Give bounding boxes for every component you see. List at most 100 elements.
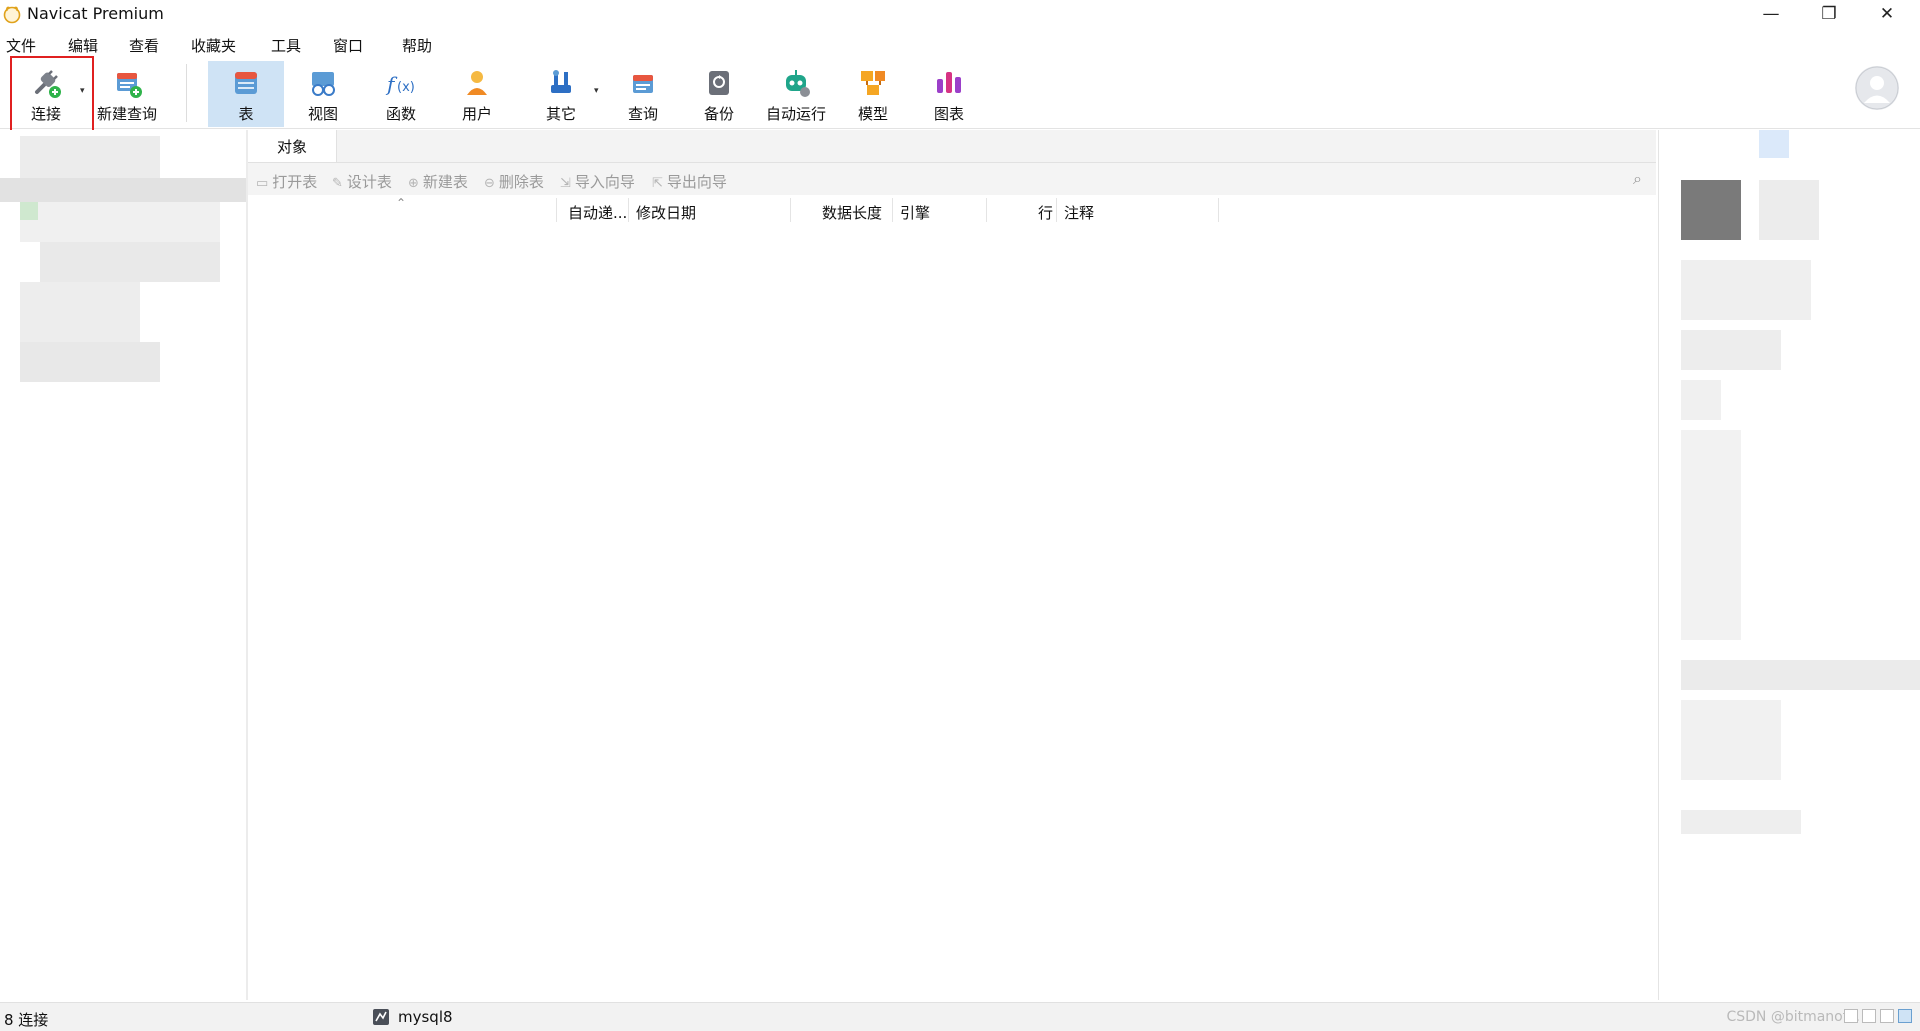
list-view-icon[interactable] [1862,1009,1876,1023]
robot-icon [786,70,810,97]
function-icon: f (x) [385,72,415,96]
new-query-button[interactable]: 新建查询 [96,61,158,127]
active-db-name: mysql8 [398,1008,453,1026]
user-label: 用户 [461,105,492,123]
other-dropdown-icon[interactable]: ▾ [594,86,599,96]
object-toolbar: ▭ 打开表 ✎ 设计表 ⊕ 新建表 ⊖ 删除表 ⇲ 导入向导 ⇱ 导出向导 ⌕ [248,163,1656,195]
column-auto-increment[interactable]: 自动递... [568,202,627,223]
model-button[interactable]: 模型 [842,61,904,127]
sort-ascending-icon[interactable]: ⌃ [396,196,406,210]
blurred-content [40,242,220,282]
table-header: ⌃ 自动递... 修改日期 数据长度 引擎 行 注释 [248,196,1656,224]
backup-button[interactable]: 备份 [688,61,750,127]
add-icon: ⊕ [408,176,419,191]
function-button[interactable]: f (x) 函数 [370,61,432,127]
blurred-content [1759,130,1789,158]
blurred-content [20,136,160,178]
column-divider [556,198,557,222]
table-button[interactable]: 表 [208,61,284,127]
column-divider [892,198,893,222]
other-label: 其它 [545,105,576,123]
design-table-button[interactable]: ✎ 设计表 [332,171,392,192]
model-icon [861,71,885,95]
menu-bar: 文件 编辑 查看 收藏夹 工具 窗口 帮助 [0,30,1920,56]
export-icon: ⇱ [652,176,663,191]
blurred-content [1681,810,1801,834]
backup-label: 备份 [703,105,734,123]
grid-view-icon[interactable] [1844,1009,1858,1023]
blurred-content [0,178,246,202]
new-table-label: 新建表 [422,173,468,191]
other-button[interactable]: 其它 [530,61,592,127]
menu-favorites[interactable]: 收藏夹 [191,35,236,56]
navicat-logo-icon [3,6,21,24]
tab-objects[interactable]: 对象 [248,130,337,162]
column-modified-date[interactable]: 修改日期 [636,202,696,223]
column-divider [986,198,987,222]
menu-tools[interactable]: 工具 [271,35,301,56]
avatar[interactable] [1855,66,1899,110]
new-query-icon [117,73,142,98]
menu-edit[interactable]: 编辑 [68,35,98,56]
remove-icon: ⊖ [484,176,495,191]
column-divider [1056,198,1057,222]
blurred-content [1681,660,1920,690]
er-view-icon[interactable] [1898,1009,1912,1023]
blurred-content [1681,700,1781,780]
blurred-content [20,342,160,382]
column-engine[interactable]: 引擎 [900,202,930,223]
column-divider [790,198,791,222]
blurred-content [1681,260,1811,320]
column-data-length[interactable]: 数据长度 [822,202,882,223]
menu-help[interactable]: 帮助 [402,35,432,56]
table-label: 表 [238,105,254,123]
restore-button[interactable]: ❐ [1800,0,1858,28]
user-icon [467,71,487,95]
connection-count: 8 连接 [4,1011,49,1029]
column-divider [1218,198,1219,222]
column-divider [628,198,629,222]
blurred-content [1681,380,1721,420]
chart-button[interactable]: 图表 [918,61,980,127]
close-button[interactable]: ✕ [1858,0,1916,28]
model-label: 模型 [857,105,888,123]
export-wizard-button[interactable]: ⇱ 导出向导 [652,171,727,192]
chart-label: 图表 [933,105,964,123]
blurred-content [20,202,220,242]
minimize-button[interactable]: — [1742,0,1800,28]
new-query-label: 新建查询 [96,105,157,123]
user-button[interactable]: 用户 [446,61,508,127]
search-icon[interactable]: ⌕ [1633,169,1642,189]
column-rows[interactable]: 行 [1038,202,1053,223]
view-label: 视图 [307,105,338,123]
column-comment[interactable]: 注释 [1064,202,1094,223]
menu-view[interactable]: 查看 [129,35,159,56]
query-icon [633,75,653,93]
connection-tree-panel[interactable] [0,130,248,1000]
mysql-connection-icon [373,1009,389,1025]
menu-file[interactable]: 文件 [6,35,36,56]
svg-text:(x): (x) [397,80,415,95]
view-mode-switch [1844,1009,1912,1023]
new-table-button[interactable]: ⊕ 新建表 [408,171,468,192]
delete-table-button[interactable]: ⊖ 删除表 [484,171,544,192]
info-panel [1658,130,1920,1000]
main-toolbar: 连接 ▾ 新建查询 表 视图 f (x) 函数 用户 其它 ▾ 查询 备份 自动… [0,56,1920,129]
toolbar-divider [186,64,187,122]
import-wizard-button[interactable]: ⇲ 导入向导 [560,171,635,192]
highlight-annotation [10,56,94,136]
object-pane: 对象 ▭ 打开表 ✎ 设计表 ⊕ 新建表 ⊖ 删除表 ⇲ 导入向导 ⇱ 导出向导 ⌕ ⌃ 自… [248,130,1656,1000]
pencil-icon: ✎ [332,176,343,191]
import-icon: ⇲ [560,176,571,191]
open-table-button[interactable]: ▭ 打开表 [256,171,317,192]
automation-button[interactable]: 自动运行 [760,61,832,127]
view-icon [312,72,335,96]
backup-icon [709,71,729,95]
query-button[interactable]: 查询 [612,61,674,127]
view-button[interactable]: 视图 [292,61,354,127]
watermark: CSDN @bitmanof... [1726,1009,1860,1025]
menu-window[interactable]: 窗口 [333,35,363,56]
blurred-content [20,282,140,342]
detail-view-icon[interactable] [1880,1009,1894,1023]
import-wizard-label: 导入向导 [574,173,635,191]
